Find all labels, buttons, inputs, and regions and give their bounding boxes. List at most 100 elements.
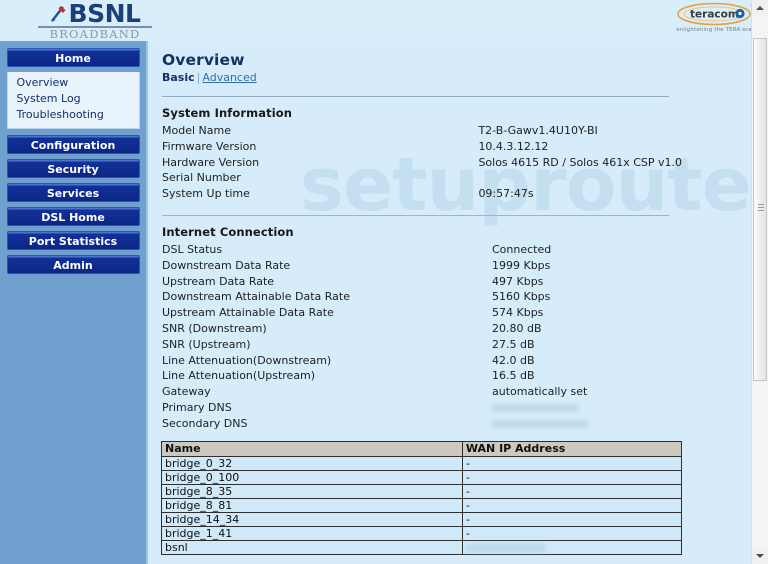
main-content: setuprouter Overview Basic | Advanced Syst… bbox=[150, 41, 752, 564]
table-row: bridge_8_35 - bbox=[161, 483, 683, 499]
row-label: Primary DNS bbox=[162, 400, 232, 414]
table-row: DSL Status Connected bbox=[162, 243, 682, 259]
table-row: Line Attenuation(Downstream) 42.0 dB bbox=[162, 354, 682, 370]
row-value: 1999 Kbps bbox=[492, 258, 551, 272]
bsnl-logo: BSNL BROADBAND bbox=[36, 1, 154, 41]
cell-wan-ip-redacted bbox=[461, 539, 683, 555]
table-row: System Up time 09:57:47s bbox=[162, 187, 682, 203]
scrollbar-grip-icon bbox=[758, 204, 764, 213]
column-header-name: Name bbox=[161, 440, 463, 457]
system-information-table: Model Name T2-B-Gawv1.4U10Y-BI Firmware … bbox=[162, 124, 682, 203]
row-value: automatically set bbox=[492, 385, 588, 399]
vertical-scrollbar[interactable] bbox=[751, 0, 768, 564]
page-header-banner: BSNL BROADBAND teracom ® enlightening th… bbox=[0, 0, 768, 41]
row-value-redacted bbox=[492, 401, 682, 417]
teracom-emblem-icon: teracom ® bbox=[666, 2, 762, 26]
cell-wan-ip: - bbox=[461, 511, 683, 527]
cell-name: bridge_0_100 bbox=[161, 469, 463, 485]
row-value-redacted bbox=[492, 417, 682, 433]
cell-wan-ip: - bbox=[461, 455, 683, 471]
table-row: SNR (Upstream) 27.5 dB bbox=[162, 338, 682, 354]
table-row: bsnl bbox=[161, 539, 683, 555]
wan-connections-table: Name WAN IP Address bridge_0_32 - bridge… bbox=[161, 440, 683, 555]
row-value: 5160 Kbps bbox=[492, 290, 551, 304]
table-row: Primary DNS bbox=[162, 401, 682, 417]
cell-name: bridge_0_32 bbox=[161, 455, 463, 471]
redacted-value bbox=[492, 403, 578, 412]
table-row: Downstream Attainable Data Rate 5160 Kbp… bbox=[162, 290, 682, 306]
view-mode-tabs: Basic | Advanced bbox=[150, 69, 752, 84]
row-value: 16.5 dB bbox=[492, 369, 535, 383]
row-label: Secondary DNS bbox=[162, 416, 248, 430]
sidebar-item-security[interactable]: Security bbox=[6, 159, 140, 178]
table-row: Line Attenuation(Upstream) 16.5 dB bbox=[162, 369, 682, 385]
row-label: System Up time bbox=[162, 187, 250, 201]
tab-advanced[interactable]: Advanced bbox=[202, 71, 256, 84]
sidebar-item-home[interactable]: Home bbox=[6, 48, 140, 67]
sidebar-item-port-statistics[interactable]: Port Statistics bbox=[6, 231, 140, 250]
divider-system-information bbox=[162, 214, 669, 216]
cell-name: bridge_8_81 bbox=[161, 497, 463, 513]
table-row: bridge_0_100 - bbox=[161, 469, 683, 485]
cell-wan-ip: - bbox=[461, 525, 683, 541]
row-label: SNR (Downstream) bbox=[162, 321, 267, 335]
row-value: 497 Kbps bbox=[492, 274, 544, 288]
row-label: Serial Number bbox=[162, 171, 241, 185]
column-header-wan-ip: WAN IP Address bbox=[461, 440, 683, 457]
chevron-up-icon bbox=[756, 6, 764, 10]
table-row: Hardware Version Solos 4615 RD / Solos 4… bbox=[162, 156, 682, 172]
table-row: Secondary DNS bbox=[162, 417, 682, 433]
cell-name: bridge_1_41 bbox=[161, 525, 463, 541]
sidebar-item-system-log[interactable]: System Log bbox=[8, 91, 139, 107]
row-value: Solos 4615 RD / Solos 461x CSP v1.0 bbox=[478, 155, 682, 169]
sidebar: Home Overview System Log Troubleshooting… bbox=[0, 41, 148, 564]
row-value: 10.4.3.12.12 bbox=[478, 139, 549, 153]
row-label: Gateway bbox=[162, 385, 211, 399]
table-row: bridge_14_34 - bbox=[161, 511, 683, 527]
svg-text:teracom: teracom bbox=[690, 9, 739, 21]
table-row: Serial Number bbox=[162, 171, 682, 187]
row-value: 27.5 dB bbox=[492, 337, 535, 351]
table-row: Model Name T2-B-Gawv1.4U10Y-BI bbox=[162, 124, 682, 140]
section-title-internet-connection: Internet Connection bbox=[162, 224, 294, 239]
row-label: SNR (Upstream) bbox=[162, 337, 251, 351]
row-label: Downstream Attainable Data Rate bbox=[162, 290, 350, 304]
scrollbar-track[interactable] bbox=[752, 16, 768, 548]
cell-wan-ip: - bbox=[461, 497, 683, 513]
row-label: Firmware Version bbox=[162, 139, 257, 153]
sidebar-item-services[interactable]: Services bbox=[6, 183, 140, 202]
section-title-system-information: System Information bbox=[162, 106, 293, 120]
row-label: Upstream Attainable Data Rate bbox=[162, 306, 334, 320]
page-title: Overview bbox=[162, 51, 245, 69]
row-value: 574 Kbps bbox=[492, 306, 544, 320]
row-label: Downstream Data Rate bbox=[162, 258, 291, 272]
table-row: SNR (Downstream) 20.80 dB bbox=[162, 322, 682, 338]
row-value: 20.80 dB bbox=[492, 321, 542, 335]
sidebar-item-overview[interactable]: Overview bbox=[8, 75, 139, 91]
redacted-value bbox=[465, 543, 546, 552]
cell-name: bsnl bbox=[161, 539, 463, 555]
internet-connection-table: DSL Status Connected Downstream Data Rat… bbox=[162, 243, 682, 433]
bsnl-logo-tagline: BROADBAND bbox=[49, 27, 141, 41]
cell-name: bridge_8_35 bbox=[161, 483, 463, 499]
sidebar-item-dsl-home[interactable]: DSL Home bbox=[6, 207, 140, 226]
table-header-row: Name WAN IP Address bbox=[161, 440, 683, 457]
scroll-down-button[interactable] bbox=[752, 548, 768, 564]
row-label: Line Attenuation(Downstream) bbox=[162, 353, 332, 367]
row-label: Model Name bbox=[162, 124, 231, 137]
sidebar-item-admin[interactable]: Admin bbox=[6, 255, 140, 274]
redacted-value bbox=[492, 419, 588, 428]
row-value: 42.0 dB bbox=[492, 353, 535, 367]
sidebar-item-configuration[interactable]: Configuration bbox=[6, 135, 140, 154]
row-label: DSL Status bbox=[162, 242, 223, 256]
cell-name: bridge_14_34 bbox=[161, 511, 463, 527]
sidebar-submenu-home: Overview System Log Troubleshooting bbox=[6, 72, 140, 129]
tab-basic[interactable]: Basic bbox=[162, 71, 195, 84]
chevron-down-icon bbox=[756, 554, 764, 558]
row-value: T2-B-Gawv1.4U10Y-BI bbox=[478, 124, 598, 137]
sidebar-item-troubleshooting[interactable]: Troubleshooting bbox=[8, 107, 139, 123]
scrollbar-thumb[interactable] bbox=[753, 38, 767, 381]
row-label: Upstream Data Rate bbox=[162, 274, 275, 288]
row-value bbox=[478, 171, 682, 187]
scroll-up-button[interactable] bbox=[752, 0, 768, 16]
